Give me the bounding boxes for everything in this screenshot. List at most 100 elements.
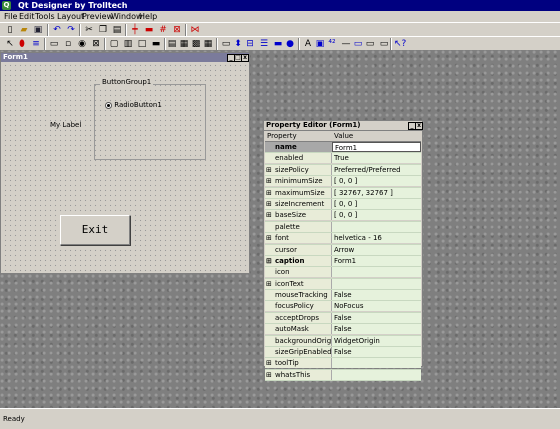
whats-this-icon[interactable]: ↖? [394, 38, 406, 50]
property-name-cell[interactable]: ⊞ sizePolicy [265, 164, 332, 175]
layout-grid-icon[interactable]: # [157, 24, 169, 36]
property-name-cell[interactable]: backgroundOrigin [265, 335, 332, 346]
label-icon[interactable]: A [302, 38, 314, 50]
property-name-cell[interactable]: focusPolicy [265, 301, 332, 312]
property-name-cell[interactable]: ⊞ baseSize [265, 210, 332, 221]
expand-icon[interactable]: ⊞ [266, 176, 272, 186]
property-name-cell[interactable]: ⊞ minimumSize [265, 176, 332, 187]
my-label[interactable]: My Label [50, 121, 81, 129]
expand-icon[interactable]: ⊞ [266, 165, 272, 175]
expand-icon[interactable]: ⊞ [266, 210, 272, 220]
push-button-icon[interactable]: ▭ [48, 38, 60, 50]
button-group[interactable] [94, 84, 206, 160]
redo-icon[interactable]: ↷ [65, 24, 77, 36]
property-value[interactable] [332, 358, 421, 369]
icon-view-icon[interactable]: ▩ [190, 38, 202, 50]
menu-tools[interactable]: Tools [35, 11, 55, 22]
paste-icon[interactable]: ▤ [111, 24, 123, 36]
property-name-cell[interactable]: ⊞ font [265, 233, 332, 244]
property-row-whatsThis[interactable]: ⊞ whatsThis [265, 369, 421, 382]
property-value[interactable] [332, 267, 421, 278]
menu-preview[interactable]: Preview [82, 11, 113, 22]
property-value[interactable] [332, 278, 421, 289]
lcd-number-icon[interactable]: ⁴² [326, 38, 338, 50]
property-value[interactable]: False [332, 347, 421, 358]
menu-edit[interactable]: Edit [19, 11, 35, 22]
line-edit-icon[interactable]: ▭ [220, 38, 232, 50]
new-file-icon[interactable]: ▯ [4, 24, 16, 36]
copy-icon[interactable]: ❐ [97, 24, 109, 36]
property-row-font[interactable]: ⊞ font helvetica - 16 [265, 233, 421, 245]
tab-widget-icon[interactable]: ▬ [150, 38, 162, 50]
property-name-cell[interactable]: sizeGripEnabled [265, 347, 332, 358]
property-value[interactable]: [ 0, 0 ] [332, 176, 421, 187]
property-row-mouseTracking[interactable]: mouseTracking False [265, 290, 421, 302]
property-row-toolTip[interactable]: ⊞ toolTip [265, 358, 421, 370]
property-name-cell[interactable]: ⊞ toolTip [265, 358, 332, 369]
pointer-icon[interactable]: ↖ [4, 38, 16, 50]
property-row-autoMask[interactable]: autoMask False [265, 324, 421, 336]
property-value[interactable]: WidgetOrigin [332, 335, 421, 346]
combo-box-icon[interactable]: ☰ [258, 38, 270, 50]
connect-icon[interactable]: ⬮ [16, 38, 28, 50]
dial-icon[interactable]: ● [284, 38, 296, 50]
property-row-focusPolicy[interactable]: focusPolicy NoFocus [265, 301, 421, 313]
expand-icon[interactable]: ⊞ [266, 233, 272, 243]
tab-order-icon[interactable]: ≡ [30, 38, 42, 50]
property-value[interactable]: helvetica - 16 [332, 233, 421, 244]
menu-window[interactable]: Window [111, 11, 143, 22]
frame-icon[interactable]: □ [136, 38, 148, 50]
scroll-icon[interactable]: ▭ [364, 38, 376, 50]
check-box-icon[interactable]: ⊠ [90, 38, 102, 50]
property-row-maximumSize[interactable]: ⊞ maximumSize[ 32767, 32767 ] [265, 187, 421, 199]
pixmap-label-icon[interactable]: ▣ [314, 38, 326, 50]
property-value[interactable]: False [332, 324, 421, 335]
spin-box-icon[interactable]: ⬍ [232, 38, 244, 50]
line-icon[interactable]: — [340, 38, 352, 50]
col-value-header[interactable]: Value [334, 131, 353, 141]
property-row-backgroundOrigin[interactable]: backgroundOrigin WidgetOrigin [265, 335, 421, 348]
button-group-icon[interactable]: ▥ [122, 38, 134, 50]
property-row-name[interactable]: name Form1 [265, 142, 421, 154]
property-value[interactable]: [ 0, 0 ] [332, 198, 421, 209]
property-value[interactable]: Preferred/Preferred [332, 164, 421, 175]
property-name-cell[interactable]: ⊞ caption [265, 255, 332, 266]
open-file-icon[interactable]: ▰ [18, 24, 30, 36]
property-row-minimumSize[interactable]: ⊞ minimumSize[ 0, 0 ] [265, 176, 421, 188]
layout-vertical-icon[interactable]: ▬ [143, 24, 155, 36]
property-row-baseSize[interactable]: ⊞ baseSize[ 0, 0 ] [265, 210, 421, 222]
expand-icon[interactable]: ⊞ [266, 370, 272, 380]
property-value[interactable]: [ 32767, 32767 ] [332, 187, 421, 198]
property-name-cell[interactable]: enabled [265, 153, 332, 164]
property-row-enabled[interactable]: enabled True [265, 153, 421, 165]
group-box-icon[interactable]: ▢ [108, 38, 120, 50]
property-value[interactable] [332, 369, 421, 380]
property-name-cell[interactable]: autoMask [265, 324, 332, 335]
property-value[interactable]: False [332, 312, 421, 323]
property-value[interactable]: Form1 [332, 142, 421, 152]
tool-button-icon[interactable]: ▫ [62, 38, 74, 50]
close-icon[interactable]: x [241, 54, 249, 62]
scroll-area-icon[interactable]: ▭ [378, 38, 390, 50]
property-name-cell[interactable]: ⊞ maximumSize [265, 187, 332, 198]
property-name-cell[interactable]: icon [265, 267, 332, 278]
menu-layout[interactable]: Layout [57, 11, 84, 22]
property-row-acceptDrops[interactable]: acceptDrops False [265, 312, 421, 325]
property-name-cell[interactable]: palette [265, 221, 332, 232]
property-row-sizeIncrement[interactable]: ⊞ sizeIncrement[ 0, 0 ] [265, 198, 421, 211]
radio-button[interactable]: RadioButton1 [105, 100, 162, 110]
property-row-iconText[interactable]: ⊞ iconText [265, 278, 421, 291]
expand-icon[interactable]: ⊞ [266, 279, 272, 289]
property-value[interactable]: False [332, 290, 421, 301]
property-name-cell[interactable]: mouseTracking [265, 290, 332, 301]
list-box-icon[interactable]: ▤ [166, 38, 178, 50]
dock-icon[interactable]: ▭ [352, 38, 364, 50]
expand-icon[interactable]: ⊞ [266, 199, 272, 209]
property-value[interactable] [332, 221, 421, 232]
property-row-cursor[interactable]: cursor Arrow [265, 244, 421, 256]
property-value[interactable]: Arrow [332, 244, 421, 255]
form1-title-bar[interactable]: Form1 _ □ x [1, 53, 249, 62]
adjust-size-icon[interactable]: ⋈ [189, 24, 201, 36]
property-row-palette[interactable]: palette [265, 221, 421, 234]
cut-icon[interactable]: ✂ [83, 24, 95, 36]
